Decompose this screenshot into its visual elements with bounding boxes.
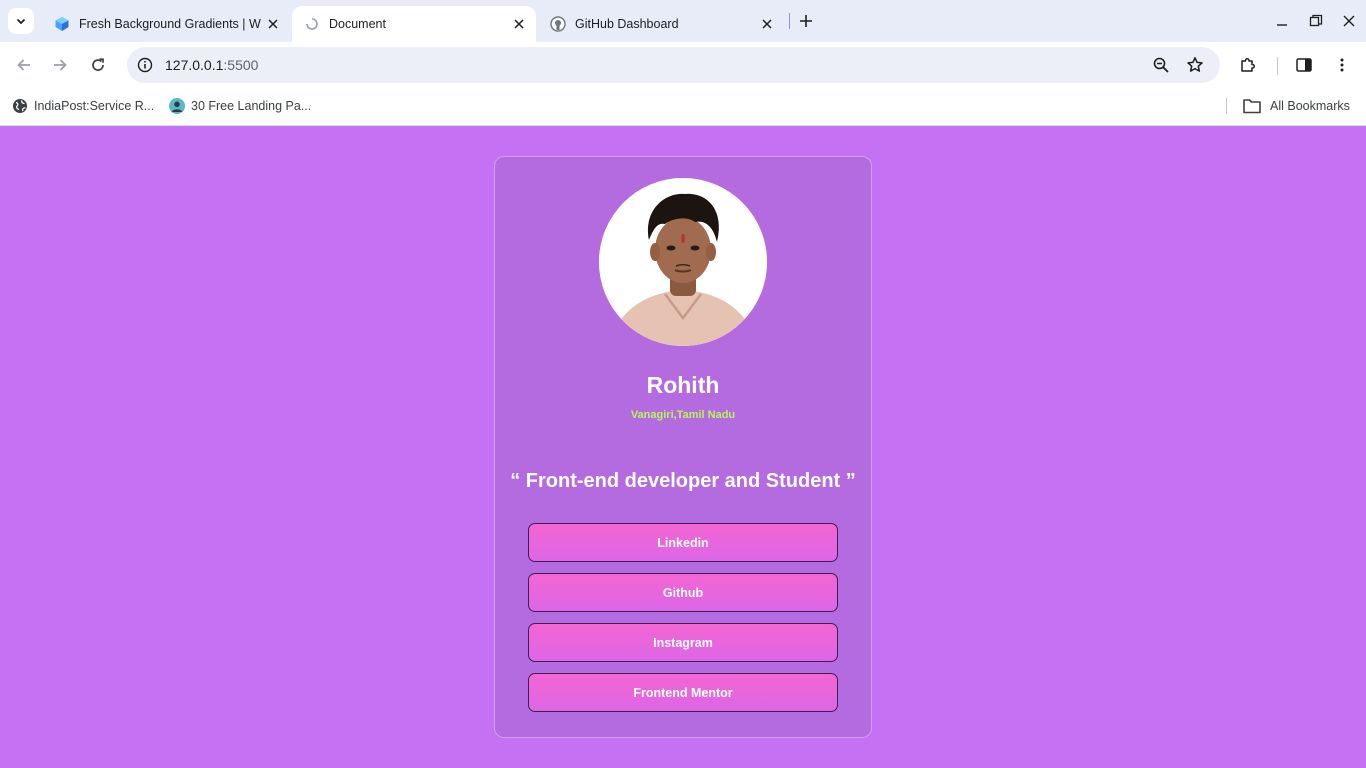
all-bookmarks-label: All Bookmarks xyxy=(1270,99,1350,113)
chevron-down-icon xyxy=(16,18,26,25)
bookmarks-bar: IndiaPost:Service R... 30 Free Landing P… xyxy=(0,88,1366,126)
minimize-icon xyxy=(1277,24,1287,26)
url-host: 127.0.0.1 xyxy=(165,57,224,73)
puzzle-icon xyxy=(1241,58,1255,72)
tab-title: Fresh Background Gradients | W xyxy=(79,17,261,31)
close-icon xyxy=(268,19,278,29)
avatar-icon xyxy=(169,98,185,114)
tab-github-dashboard[interactable]: GitHub Dashboard xyxy=(538,6,784,42)
toolbar-divider xyxy=(1277,57,1278,75)
profile-card: Rohith Vanagiri,Tamil Nadu “ Front-end d… xyxy=(494,156,872,738)
profile-name: Rohith xyxy=(646,372,720,398)
profile-location: Vanagiri,Tamil Nadu xyxy=(630,409,736,421)
bookmarks-divider xyxy=(1226,98,1227,114)
url-port: :5500 xyxy=(223,57,259,73)
forward-button[interactable] xyxy=(46,51,74,79)
profile-avatar xyxy=(599,178,767,346)
back-button[interactable] xyxy=(10,51,38,79)
reload-button[interactable] xyxy=(84,51,112,79)
extensions-button[interactable] xyxy=(1234,51,1262,79)
zoom-out-icon xyxy=(1153,57,1169,73)
webgradients-icon xyxy=(55,17,69,31)
close-tab-button[interactable] xyxy=(510,15,528,33)
close-icon xyxy=(514,19,524,29)
all-bookmarks-button[interactable]: All Bookmarks xyxy=(1242,96,1350,116)
star-icon xyxy=(1187,57,1203,72)
side-panel-icon xyxy=(1296,58,1312,72)
close-tab-button[interactable] xyxy=(264,15,282,33)
page-viewport: Rohith Vanagiri,Tamil Nadu “ Front-end d… xyxy=(0,127,1366,768)
bookmark-label: IndiaPost:Service R... xyxy=(34,99,155,113)
reload-icon xyxy=(92,58,104,71)
tab-divider xyxy=(789,13,790,29)
loading-icon xyxy=(306,18,318,30)
restore-icon xyxy=(1309,14,1323,27)
browser-menu-button[interactable] xyxy=(1328,51,1356,79)
zoom-button[interactable] xyxy=(1149,53,1173,77)
tab-title: Document xyxy=(329,17,386,31)
close-tab-button[interactable] xyxy=(758,15,776,33)
new-tab-button[interactable] xyxy=(794,9,818,33)
bookmark-landing-pages[interactable]: 30 Free Landing Pa... xyxy=(169,96,311,116)
github-icon xyxy=(550,16,566,32)
instagram-link-button[interactable]: Instagram xyxy=(528,623,838,662)
profile-photo xyxy=(599,178,767,346)
linkedin-link-button[interactable]: Linkedin xyxy=(528,523,838,562)
bookmark-label: 30 Free Landing Pa... xyxy=(191,99,312,113)
github-link-button[interactable]: Github xyxy=(528,573,838,612)
address-bar[interactable]: 127.0.0.1:5500 xyxy=(127,47,1220,83)
restore-button[interactable] xyxy=(1303,8,1329,34)
url-text[interactable]: 127.0.0.1:5500 xyxy=(165,57,258,73)
close-icon xyxy=(762,19,772,29)
more-vertical-icon xyxy=(1340,58,1344,72)
globe-icon xyxy=(13,99,27,113)
close-window-button[interactable] xyxy=(1336,8,1362,34)
bookmark-indiapost[interactable]: IndiaPost:Service R... xyxy=(12,96,154,116)
tab-strip: Fresh Background Gradients | W Document … xyxy=(0,0,1366,42)
arrow-right-icon xyxy=(54,59,67,71)
arrow-left-icon xyxy=(17,59,30,71)
frontend-mentor-link-button[interactable]: Frontend Mentor xyxy=(528,673,838,712)
bookmark-star-button[interactable] xyxy=(1183,53,1207,77)
side-panel-button[interactable] xyxy=(1290,51,1318,79)
tab-document[interactable]: Document xyxy=(292,6,536,42)
folder-icon xyxy=(1243,99,1261,114)
tab-fresh-gradients[interactable]: Fresh Background Gradients | W xyxy=(42,6,290,42)
plus-icon xyxy=(800,15,812,27)
site-info-button[interactable] xyxy=(133,53,157,77)
tab-search-button[interactable] xyxy=(8,8,34,34)
minimize-button[interactable] xyxy=(1269,8,1295,34)
profile-quote: “ Front-end developer and Student ” xyxy=(510,470,856,492)
tab-title: GitHub Dashboard xyxy=(575,17,679,31)
browser-toolbar: 127.0.0.1:5500 xyxy=(0,42,1366,88)
close-icon xyxy=(1343,15,1355,27)
info-icon xyxy=(137,57,153,73)
